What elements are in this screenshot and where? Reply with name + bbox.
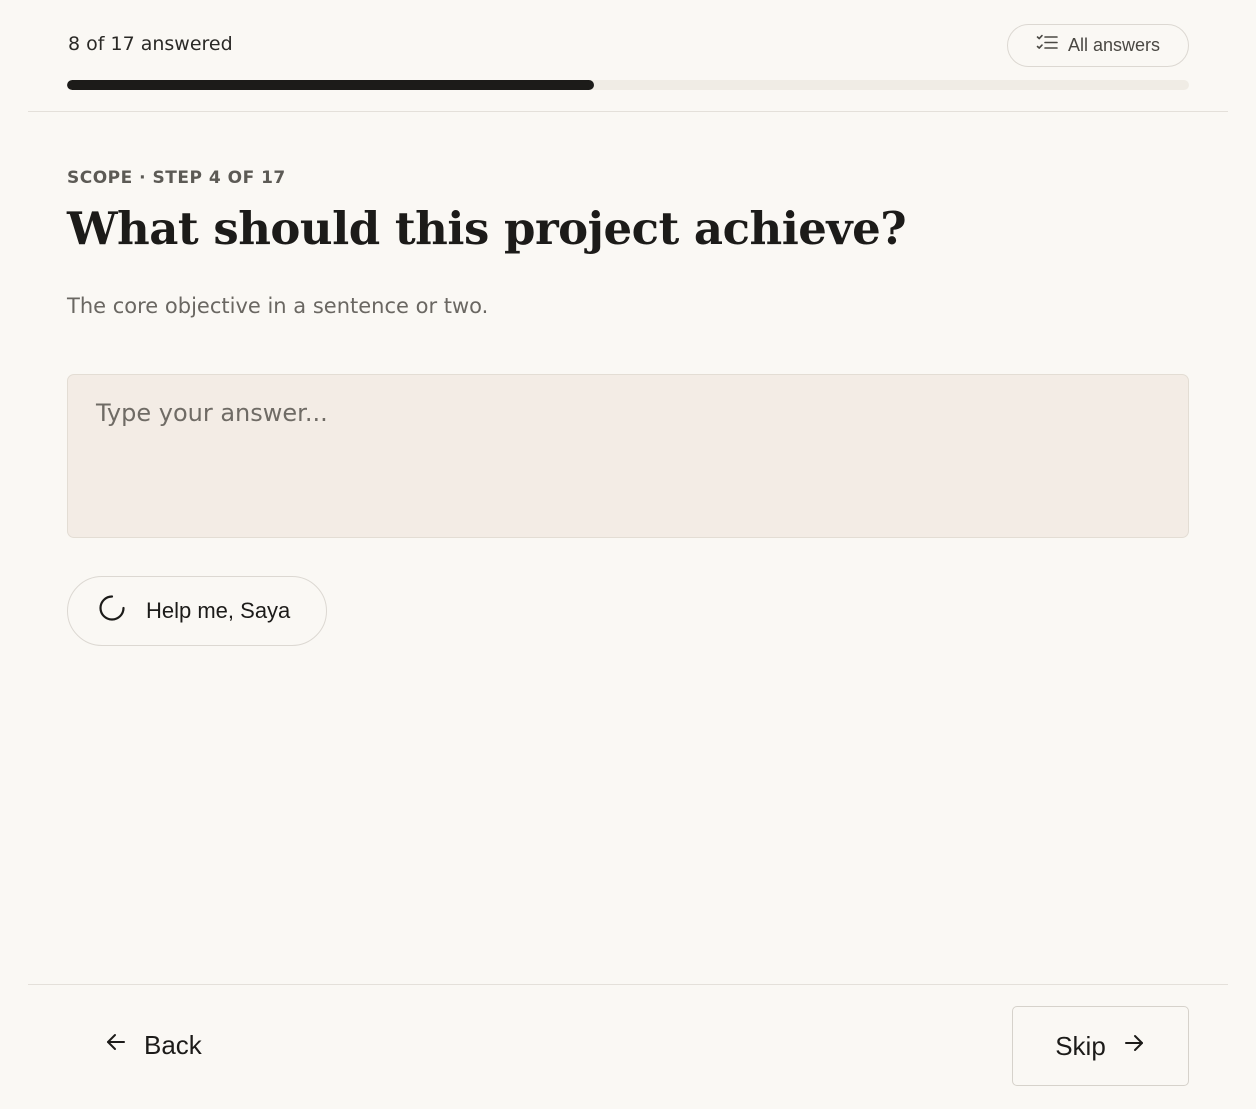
help-me-saya-button[interactable]: Help me, Saya bbox=[67, 576, 327, 646]
checklist-icon bbox=[1036, 34, 1058, 57]
skip-button[interactable]: Skip bbox=[1012, 1006, 1189, 1086]
all-answers-label: All answers bbox=[1067, 35, 1161, 55]
question-hint: The core objective in a sentence or two. bbox=[67, 294, 489, 318]
help-label: Help me, Saya bbox=[146, 598, 291, 623]
arrow-left-icon bbox=[104, 1030, 128, 1061]
arrow-right-icon bbox=[1122, 1031, 1146, 1062]
back-label: Back bbox=[144, 1029, 202, 1060]
question-title: What should this project achieve? bbox=[67, 202, 907, 255]
skip-label: Skip bbox=[1055, 1030, 1106, 1061]
questionnaire-page: 8 of 17 answered All answers SCOPE · STE… bbox=[0, 0, 1256, 1109]
progress-label: 8 of 17 answered bbox=[68, 33, 233, 55]
answer-input[interactable] bbox=[67, 374, 1189, 538]
step-eyebrow: SCOPE · STEP 4 OF 17 bbox=[67, 168, 286, 188]
all-answers-button[interactable]: All answers bbox=[1007, 24, 1189, 67]
navigation-footer: Back Skip bbox=[28, 984, 1228, 1109]
back-button[interactable]: Back bbox=[104, 1025, 202, 1065]
spinner-icon bbox=[98, 594, 126, 628]
progress-header: 8 of 17 answered All answers bbox=[28, 0, 1228, 112]
progress-bar bbox=[67, 80, 1189, 90]
progress-bar-fill bbox=[67, 80, 595, 90]
